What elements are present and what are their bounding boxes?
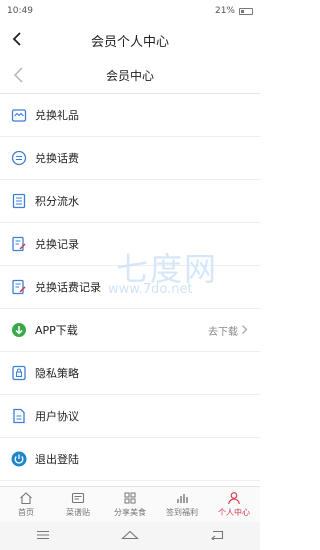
menu-item-app-download[interactable]: APP下载 去下载 [0, 309, 260, 352]
battery-percent: 21% [214, 6, 235, 16]
document-icon [11, 408, 27, 424]
tab-label: 菜谱贴 [66, 508, 90, 517]
menu-label: 用户协议 [35, 410, 79, 423]
app-bar: 会员个人中心 [0, 22, 260, 58]
menu-item-user-agreement[interactable]: 用户协议 [0, 395, 260, 438]
battery-icon [239, 7, 253, 15]
back-nav-icon[interactable] [210, 529, 224, 544]
tab-profile[interactable]: 个人中心 [208, 487, 260, 522]
menu-item-exchange-credit[interactable]: 兑换话费 [0, 137, 260, 180]
sub-title: 会员中心 [105, 69, 154, 83]
chevron-left-icon [12, 32, 21, 46]
menu-item-exchange-gift[interactable]: 兑换礼品 [0, 94, 260, 137]
menu-label: 隐私策略 [35, 367, 79, 380]
coin-icon [11, 150, 27, 166]
menu-item-logout[interactable]: 退出登陆 [0, 438, 260, 481]
status-bar: 10:49 21% [0, 0, 260, 22]
home-icon [20, 492, 32, 505]
menu-item-points-history[interactable]: 积分流水 [0, 180, 260, 223]
menu-item-privacy[interactable]: 隐私策略 [0, 352, 260, 395]
go-download-link[interactable]: 去下载 [208, 309, 248, 352]
page-title: 会员个人中心 [90, 34, 169, 50]
sub-back-button[interactable] [11, 64, 27, 86]
menu-item-exchange-record[interactable]: 兑换记录 [0, 223, 260, 266]
chart-icon [177, 494, 188, 503]
chevron-left-icon [13, 67, 23, 83]
power-icon [11, 451, 27, 467]
menu-list: 兑换礼品 兑换话费 积分流水 兑换记录 兑换话费记录 APP下载 去下载 隐私策… [0, 94, 260, 481]
menu-label: 兑换记录 [35, 238, 79, 251]
tab-share-food[interactable]: 分享美食 [104, 487, 156, 522]
record-icon [11, 236, 27, 252]
chevron-right-icon [241, 324, 248, 338]
menu-label: 兑换话费 [35, 152, 79, 165]
menu-item-credit-record[interactable]: 兑换话费记录 [0, 266, 260, 309]
grid-icon [124, 492, 136, 504]
gift-icon [11, 107, 27, 123]
status-time: 10:49 [7, 6, 33, 16]
record-icon [11, 279, 27, 295]
status-right: 21% [215, 6, 253, 16]
tab-label: 个人中心 [218, 508, 250, 517]
tab-bar: 首页 菜谱贴 分享美食 签到福利 个人中心 [0, 486, 260, 522]
lock-icon [11, 365, 27, 381]
tab-label: 签到福利 [166, 508, 198, 517]
tab-label: 分享美食 [114, 508, 146, 517]
tab-recipe[interactable]: 菜谱贴 [52, 487, 104, 522]
person-icon [228, 492, 240, 505]
menu-label: 退出登陆 [35, 453, 79, 466]
tab-label: 首页 [18, 508, 34, 517]
menu-label: 兑换话费记录 [35, 281, 101, 294]
tab-checkin[interactable]: 签到福利 [156, 487, 208, 522]
menu-icon[interactable] [36, 529, 50, 544]
recipe-icon [71, 492, 85, 504]
system-nav-bar [0, 522, 260, 550]
menu-label: APP下载 [35, 324, 78, 337]
menu-label: 兑换礼品 [35, 109, 79, 122]
go-download-label: 去下载 [208, 327, 238, 338]
download-icon [11, 322, 27, 338]
sub-header: 会员中心 [0, 58, 260, 94]
back-button[interactable] [8, 28, 28, 50]
home-nav-icon[interactable] [121, 529, 139, 544]
tab-home[interactable]: 首页 [0, 487, 52, 522]
list-icon [11, 193, 27, 209]
menu-label: 积分流水 [35, 195, 79, 208]
